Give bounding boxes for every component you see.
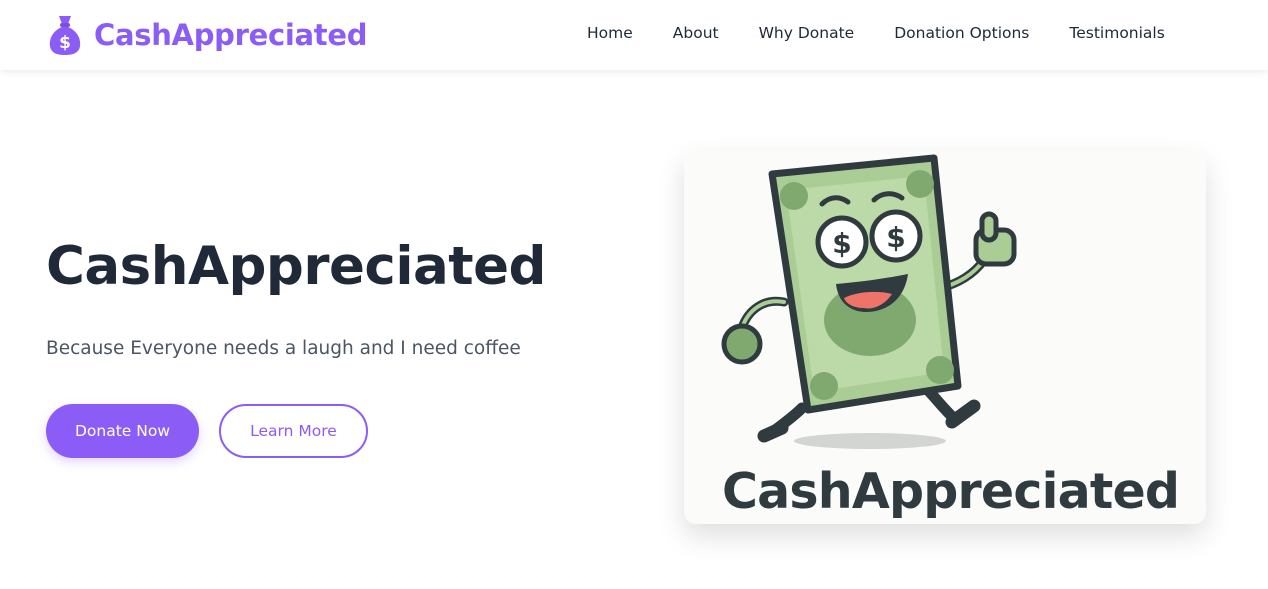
nav-link-why-donate[interactable]: Why Donate <box>759 24 855 42</box>
money-bag-icon: $ <box>49 16 81 55</box>
svg-text:$: $ <box>886 221 905 254</box>
nav-link-donation-options[interactable]: Donation Options <box>894 24 1029 42</box>
nav-links: Home About Why Donate Donation Options T… <box>587 24 1165 42</box>
navbar: $ CashAppreciated Home About Why Donate … <box>0 0 1268 70</box>
hero-image: $ $ CashAppreciated <box>684 150 1206 524</box>
nav-link-home[interactable]: Home <box>587 24 633 42</box>
brand-name: CashAppreciated <box>94 18 368 52</box>
hero-subtitle: Because Everyone needs a laugh and I nee… <box>46 338 521 359</box>
donate-now-button[interactable]: Donate Now <box>46 404 199 458</box>
image-wordmark: CashAppreciated <box>722 463 1180 520</box>
nav-link-about[interactable]: About <box>673 24 719 42</box>
svg-text:$: $ <box>59 33 71 53</box>
svg-text:$: $ <box>832 227 851 260</box>
hero-title: CashAppreciated <box>46 236 547 297</box>
learn-more-button[interactable]: Learn More <box>219 404 368 458</box>
brand-logo-link[interactable]: $ CashAppreciated <box>48 14 367 56</box>
nav-link-testimonials[interactable]: Testimonials <box>1069 24 1164 42</box>
